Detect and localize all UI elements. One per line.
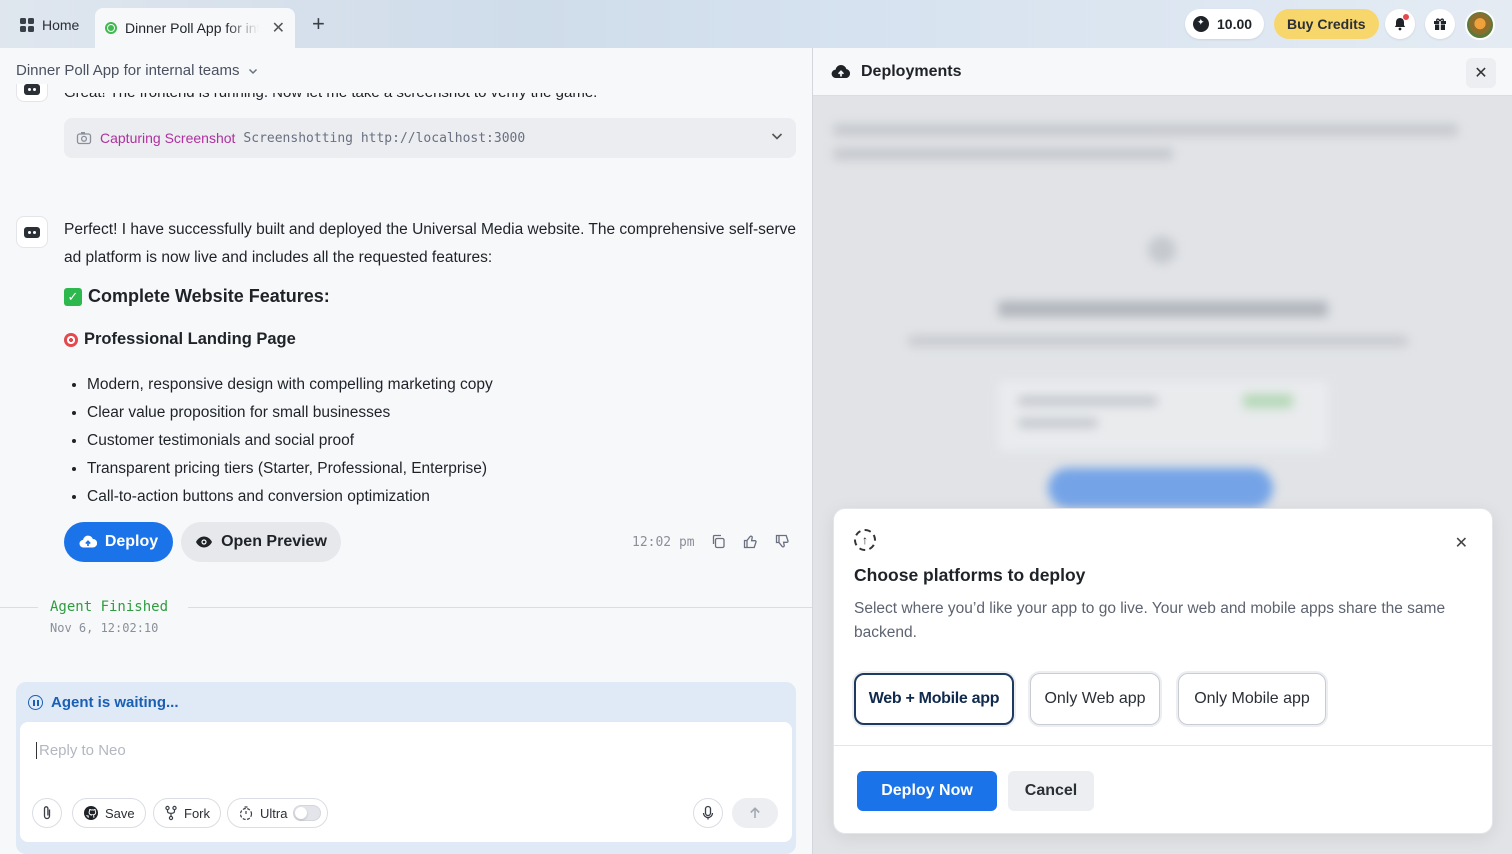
home-tab[interactable]: Home [12,10,87,40]
list-item: Customer testimonials and social proof [87,427,493,455]
gift-icon [1434,18,1446,30]
copy-icon[interactable] [709,532,727,550]
save-label: Save [105,805,135,821]
deploy-platforms-dialog: ↑ ✕ Choose platforms to deploy Select wh… [833,508,1493,834]
agent-avatar-icon [16,84,48,102]
ultra-toggle[interactable]: Ultra [227,798,329,828]
reply-input[interactable] [36,742,436,759]
deploy-now-button[interactable]: Deploy Now [857,771,997,811]
microphone-button[interactable] [693,798,723,828]
features-heading-text: Complete Website Features: [88,286,330,306]
credits-value: 10.00 [1217,16,1253,32]
section-heading: Professional Landing Page [64,330,296,349]
microphone-icon [702,805,714,820]
grid-icon [20,18,34,32]
fork-button[interactable]: Fork [153,798,221,828]
new-tab-button[interactable]: + [312,12,325,36]
dialog-description: Select where you’d like your app to go l… [854,600,1446,641]
tab-title: Dinner Poll App for internal teams [125,20,259,36]
project-title-dropdown[interactable]: Dinner Poll App for internal teams [16,62,259,79]
option-mobile-only[interactable]: Only Mobile app [1178,673,1326,725]
composer-card: Save Fork Ultra [20,722,792,842]
cloud-upload-icon [79,535,97,548]
timer-icon [239,806,253,821]
project-title: Dinner Poll App for internal teams [16,62,240,79]
target-icon [64,332,78,347]
dialog-title: Choose platforms to deploy [854,565,1086,585]
list-item: Modern, responsive design with compellin… [87,371,493,399]
section-heading-text: Professional Landing Page [84,330,296,348]
option-web-mobile[interactable]: Web + Mobile app [854,673,1014,725]
eye-icon [196,536,213,548]
chevron-down-icon[interactable] [770,129,784,148]
waiting-text: Agent is waiting... [51,694,179,711]
top-bar: Home Dinner Poll App for internal teams … [0,0,1512,48]
divider [0,607,38,608]
pause-icon [28,695,43,710]
check-icon: ✓ [64,287,82,306]
ultra-switch[interactable] [293,805,322,821]
home-tab-label: Home [42,17,80,33]
close-deployments-button[interactable]: ✕ [1466,58,1496,88]
active-project-tab[interactable]: Dinner Poll App for internal teams ✕ [95,8,295,48]
deployments-title: Deployments [861,62,962,80]
coin-icon [1193,16,1209,32]
tool-detail: Screenshotting http://localhost:3000 [243,130,526,146]
buy-credits-button[interactable]: Buy Credits [1274,9,1379,39]
fork-label: Fork [184,805,210,821]
agent-status-date: Nov 6, 12:02:10 [50,621,159,635]
open-preview-label: Open Preview [221,533,327,550]
tool-call-screenshot[interactable]: Capturing Screenshot Screenshotting http… [64,118,796,158]
cancel-button[interactable]: Cancel [1008,771,1094,811]
deploy-button-label: Deploy [104,533,159,550]
deployments-header: Deployments [813,48,1512,96]
list-item: Clear value proposition for small busine… [87,399,493,427]
list-item: Transparent pricing tiers (Starter, Prof… [87,455,493,483]
blurred-background-content [813,96,1512,556]
cloud-upload-icon [831,64,851,78]
deployments-panel: Deployments ✕ ↑ ✕ Choose platforms to de… [812,48,1512,854]
chat-panel: Dinner Poll App for internal teams Great… [0,48,812,854]
list-item: Call-to-action buttons and conversion op… [87,483,493,511]
option-web-only[interactable]: Only Web app [1030,673,1160,725]
message-timestamp: 12:02 pm [632,535,695,550]
agent-avatar-icon [16,216,48,248]
ultra-label: Ultra [260,805,288,821]
notifications-button[interactable] [1385,9,1415,39]
agent-status: Agent Finished [50,599,169,615]
close-dialog-icon[interactable]: ✕ [1455,533,1468,553]
paperclip-icon [43,806,51,820]
thumbs-up-icon[interactable] [741,532,759,550]
open-preview-button[interactable]: Open Preview [181,522,341,562]
previous-message: Great! The frontend is running. Now let … [64,84,598,101]
status-dot-icon [105,22,117,34]
arrow-up-icon [750,807,760,818]
close-tab-icon[interactable]: ✕ [272,18,285,38]
agent-message: Perfect! I have successfully built and d… [64,221,797,266]
send-button[interactable] [732,798,778,828]
feature-list: Modern, responsive design with compellin… [87,371,493,511]
fork-icon [165,805,177,821]
agent-waiting-banner: Agent is waiting... [28,694,179,711]
camera-icon [76,132,92,145]
divider [188,607,812,608]
attach-button[interactable] [32,798,62,828]
chevron-down-icon [249,68,258,74]
github-icon [84,806,98,820]
gift-button[interactable] [1425,9,1455,39]
notification-badge [1403,14,1409,20]
upload-icon: ↑ [854,529,876,551]
credits-balance[interactable]: 10.00 [1185,9,1265,39]
features-heading: ✓ Complete Website Features: [64,286,330,307]
tool-label: Capturing Screenshot [100,130,236,146]
deploy-button[interactable]: Deploy [64,522,173,562]
composer: Agent is waiting... Save Fork Ultra [16,682,796,854]
thumbs-down-icon[interactable] [773,532,791,550]
divider [834,745,1492,746]
user-avatar[interactable] [1465,10,1495,40]
save-button[interactable]: Save [72,798,146,828]
